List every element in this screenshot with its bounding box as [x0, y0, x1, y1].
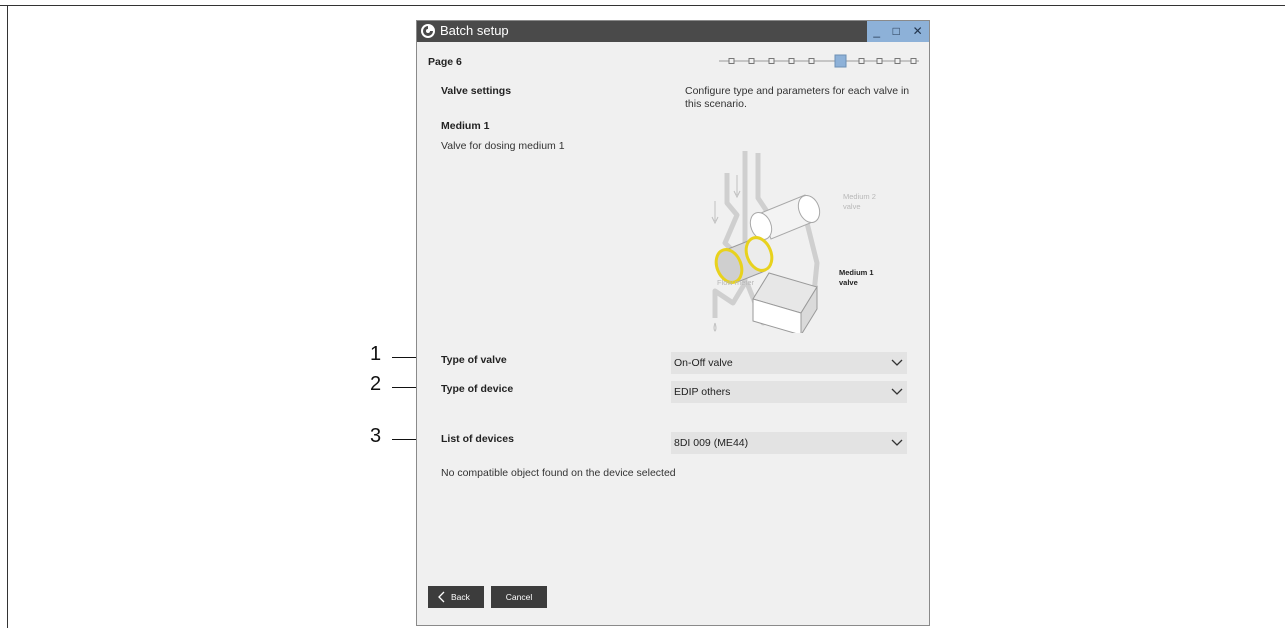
type-of-valve-dropdown[interactable]: On-Off valve: [671, 352, 907, 374]
flow-meter-label: Flow meter: [717, 278, 755, 287]
no-compatible-object-message: No compatible object found on the device…: [441, 467, 676, 479]
step-1-dot: [728, 58, 735, 64]
list-of-devices-dropdown[interactable]: 8DI 009 (ME44): [671, 432, 907, 454]
type-of-valve-value: On-Off valve: [674, 357, 733, 369]
list-of-devices-value: 8DI 009 (ME44): [674, 437, 749, 449]
back-button[interactable]: Back: [428, 586, 484, 608]
chevron-down-icon: [891, 359, 903, 366]
medium-2-label-line2: valve: [843, 202, 861, 211]
flow-meter-shape: [752, 272, 818, 333]
app-logo-icon: [420, 23, 436, 39]
cancel-button[interactable]: Cancel: [491, 586, 547, 608]
type-of-device-label: Type of device: [441, 383, 514, 395]
window-titlebar[interactable]: Batch setup _ □ ✕: [417, 21, 929, 42]
wizard-step-indicator: [719, 54, 919, 68]
back-button-label: Back: [451, 592, 470, 602]
step-2-dot: [748, 58, 755, 64]
page-frame-left-border: [7, 5, 8, 628]
type-of-device-dropdown[interactable]: EDIP others: [671, 381, 907, 403]
medium-1-label-line2: valve: [839, 278, 858, 287]
chevron-down-icon: [891, 388, 903, 395]
callout-number-2: 2: [370, 373, 382, 395]
valve-illustration: Medium 2 valve Flow meter Medium 1 valve: [711, 151, 876, 333]
section-title: Valve settings: [441, 85, 512, 97]
step-5-dot: [808, 58, 815, 64]
chevron-left-icon: [438, 591, 445, 603]
step-3-dot: [768, 58, 775, 64]
window-title: Batch setup: [440, 23, 509, 38]
step-10-dot: [910, 58, 917, 64]
step-8-dot: [876, 58, 883, 64]
page-number-label: Page 6: [428, 56, 462, 68]
maximize-button[interactable]: □: [893, 21, 900, 42]
step-6-current: [834, 54, 847, 68]
callout-number-3: 3: [370, 425, 382, 447]
list-of-devices-label: List of devices: [441, 433, 514, 445]
window-controls: _ □ ✕: [867, 21, 929, 42]
minimize-button[interactable]: _: [873, 21, 880, 42]
page-frame-top-border: [0, 5, 1285, 6]
callout-number-1: 1: [370, 343, 382, 365]
medium-title: Medium 1: [441, 120, 490, 132]
type-of-device-value: EDIP others: [674, 386, 731, 398]
cancel-button-label: Cancel: [505, 592, 533, 602]
chevron-down-icon: [891, 439, 903, 446]
medium-1-label-line1: Medium 1: [839, 268, 874, 277]
close-button[interactable]: ✕: [913, 21, 923, 42]
step-4-dot: [788, 58, 795, 64]
section-description: Configure type and parameters for each v…: [685, 85, 910, 110]
step-9-dot: [894, 58, 901, 64]
medium-description: Valve for dosing medium 1: [441, 140, 565, 152]
type-of-valve-label: Type of valve: [441, 354, 507, 366]
batch-setup-window: Batch setup _ □ ✕ Page 6 Valve settings …: [416, 20, 930, 626]
medium-2-label-line1: Medium 2: [843, 192, 876, 201]
step-7-dot: [858, 58, 865, 64]
